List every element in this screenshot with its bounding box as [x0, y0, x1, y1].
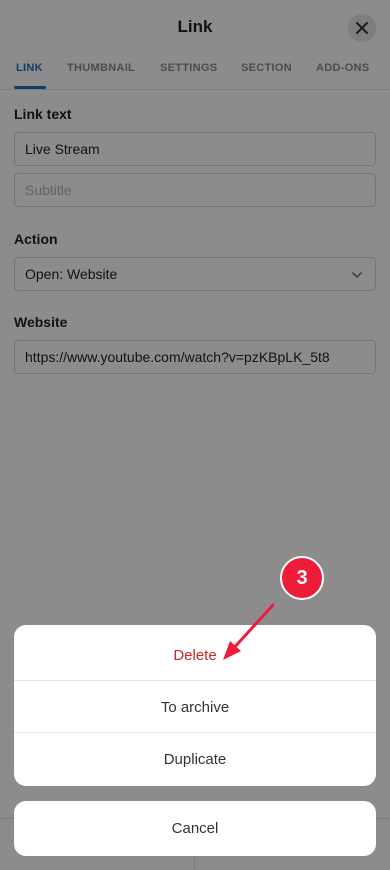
step-number-badge: 3: [280, 556, 324, 600]
cancel-button[interactable]: Cancel: [14, 801, 376, 856]
delete-button[interactable]: Delete: [14, 629, 376, 681]
action-sheet: Delete To archive Duplicate: [14, 625, 376, 786]
duplicate-button[interactable]: Duplicate: [14, 733, 376, 785]
archive-button[interactable]: To archive: [14, 681, 376, 733]
